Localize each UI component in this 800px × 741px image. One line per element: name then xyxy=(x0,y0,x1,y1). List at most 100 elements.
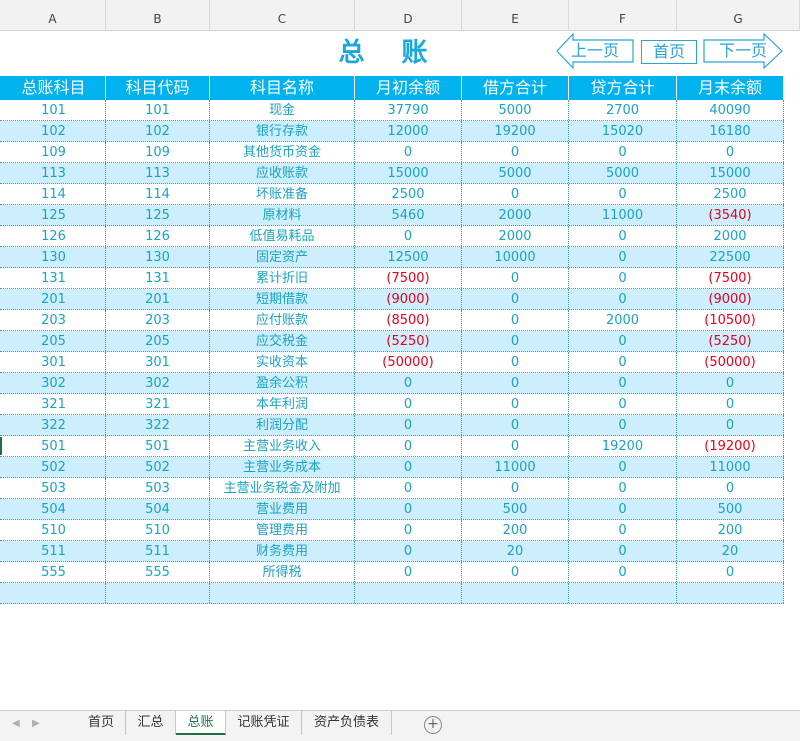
table-cell[interactable]: 302 xyxy=(2,373,106,393)
table-cell[interactable]: 0 xyxy=(569,394,677,414)
table-cell[interactable]: 2000 xyxy=(677,226,784,246)
table-cell[interactable]: 固定资产 xyxy=(210,247,355,267)
table-cell[interactable]: 102 xyxy=(106,121,210,141)
table-cell[interactable]: 0 xyxy=(462,268,569,288)
table-cell[interactable]: 15000 xyxy=(355,163,462,183)
table-cell[interactable]: 131 xyxy=(106,268,210,288)
table-header-cell[interactable]: 月初余额 xyxy=(355,76,462,100)
table-cell[interactable]: 321 xyxy=(106,394,210,414)
table-cell[interactable]: 500 xyxy=(677,499,784,519)
sheet-tab[interactable]: 汇总 xyxy=(126,711,176,735)
table-cell[interactable]: 0 xyxy=(355,520,462,540)
table-cell[interactable]: 510 xyxy=(106,520,210,540)
table-cell[interactable]: (9000) xyxy=(677,289,784,309)
table-header-cell[interactable]: 借方合计 xyxy=(462,76,569,100)
table-cell[interactable]: (50000) xyxy=(355,352,462,372)
table-cell[interactable]: 126 xyxy=(2,226,106,246)
table-cell-empty[interactable] xyxy=(569,583,677,603)
table-cell[interactable]: 555 xyxy=(106,562,210,582)
table-cell[interactable]: 37790 xyxy=(355,100,462,120)
table-cell[interactable]: 0 xyxy=(355,499,462,519)
table-cell[interactable]: (7500) xyxy=(677,268,784,288)
table-cell[interactable]: 201 xyxy=(106,289,210,309)
table-cell-empty[interactable] xyxy=(210,583,355,603)
table-cell[interactable]: (10500) xyxy=(677,310,784,330)
table-cell[interactable]: 2700 xyxy=(569,100,677,120)
table-cell[interactable]: 101 xyxy=(2,100,106,120)
table-cell[interactable]: 114 xyxy=(106,184,210,204)
table-cell[interactable]: 2000 xyxy=(569,310,677,330)
table-cell[interactable]: 200 xyxy=(462,520,569,540)
table-cell[interactable]: 0 xyxy=(355,541,462,561)
table-cell[interactable]: 16180 xyxy=(677,121,784,141)
table-cell[interactable]: 0 xyxy=(569,562,677,582)
table-cell[interactable]: 15020 xyxy=(569,121,677,141)
table-cell[interactable]: 0 xyxy=(569,373,677,393)
table-cell[interactable]: 0 xyxy=(355,226,462,246)
table-cell[interactable]: 109 xyxy=(2,142,106,162)
table-cell[interactable]: 财务费用 xyxy=(210,541,355,561)
table-cell-empty[interactable] xyxy=(677,583,784,603)
table-cell[interactable]: 银行存款 xyxy=(210,121,355,141)
table-cell[interactable]: 0 xyxy=(462,331,569,351)
table-cell[interactable]: 11000 xyxy=(677,457,784,477)
table-cell[interactable]: 501 xyxy=(2,436,106,456)
column-header-e[interactable]: E xyxy=(462,0,569,30)
table-cell[interactable]: 0 xyxy=(569,142,677,162)
sheet-tab[interactable]: 总账 xyxy=(176,711,226,735)
table-cell[interactable]: 113 xyxy=(106,163,210,183)
table-cell[interactable]: 203 xyxy=(2,310,106,330)
table-cell[interactable]: 10000 xyxy=(462,247,569,267)
scroll-right-icon[interactable]: ▶ xyxy=(32,718,40,729)
table-cell[interactable]: 130 xyxy=(2,247,106,267)
table-cell[interactable]: 205 xyxy=(2,331,106,351)
table-cell[interactable]: 504 xyxy=(2,499,106,519)
table-cell[interactable]: 0 xyxy=(569,541,677,561)
table-cell[interactable]: 11000 xyxy=(569,205,677,225)
table-cell[interactable]: 本年利润 xyxy=(210,394,355,414)
table-header-cell[interactable]: 总账科目 xyxy=(2,76,106,100)
table-cell[interactable]: 0 xyxy=(462,478,569,498)
table-cell[interactable]: 0 xyxy=(569,226,677,246)
table-cell[interactable]: 0 xyxy=(355,394,462,414)
table-cell[interactable]: (9000) xyxy=(355,289,462,309)
table-cell-empty[interactable] xyxy=(355,583,462,603)
table-cell[interactable]: 0 xyxy=(569,520,677,540)
table-cell[interactable]: 盈余公积 xyxy=(210,373,355,393)
table-cell[interactable]: 0 xyxy=(569,331,677,351)
table-cell[interactable]: 131 xyxy=(2,268,106,288)
table-cell[interactable]: 322 xyxy=(2,415,106,435)
table-cell[interactable]: (8500) xyxy=(355,310,462,330)
table-cell[interactable]: 5000 xyxy=(462,100,569,120)
table-cell[interactable]: 0 xyxy=(355,562,462,582)
table-cell[interactable]: 11000 xyxy=(462,457,569,477)
table-cell[interactable]: 0 xyxy=(462,310,569,330)
table-cell[interactable]: 321 xyxy=(2,394,106,414)
column-header-a[interactable]: A xyxy=(0,0,106,30)
table-cell[interactable]: 0 xyxy=(569,184,677,204)
table-cell[interactable]: 0 xyxy=(677,373,784,393)
table-cell[interactable]: 0 xyxy=(569,352,677,372)
table-cell[interactable]: 0 xyxy=(677,415,784,435)
table-cell[interactable]: 0 xyxy=(569,289,677,309)
table-cell[interactable]: 0 xyxy=(569,268,677,288)
table-cell[interactable]: 0 xyxy=(355,373,462,393)
table-cell[interactable]: 0 xyxy=(355,478,462,498)
table-cell[interactable]: 应付账款 xyxy=(210,310,355,330)
table-cell[interactable]: 0 xyxy=(355,457,462,477)
table-cell[interactable]: 实收资本 xyxy=(210,352,355,372)
table-cell[interactable]: 0 xyxy=(355,415,462,435)
table-cell[interactable]: 0 xyxy=(462,415,569,435)
table-cell[interactable]: 0 xyxy=(677,478,784,498)
table-cell[interactable]: 5000 xyxy=(569,163,677,183)
table-cell[interactable]: 40090 xyxy=(677,100,784,120)
table-cell[interactable]: 125 xyxy=(106,205,210,225)
table-header-cell[interactable]: 月末余额 xyxy=(677,76,784,100)
table-cell[interactable]: 应收账款 xyxy=(210,163,355,183)
table-cell[interactable]: 坏账准备 xyxy=(210,184,355,204)
table-cell-empty[interactable] xyxy=(106,583,210,603)
table-cell[interactable]: 109 xyxy=(106,142,210,162)
table-cell[interactable]: 301 xyxy=(2,352,106,372)
table-row-empty[interactable] xyxy=(0,583,784,604)
table-cell[interactable]: 500 xyxy=(462,499,569,519)
